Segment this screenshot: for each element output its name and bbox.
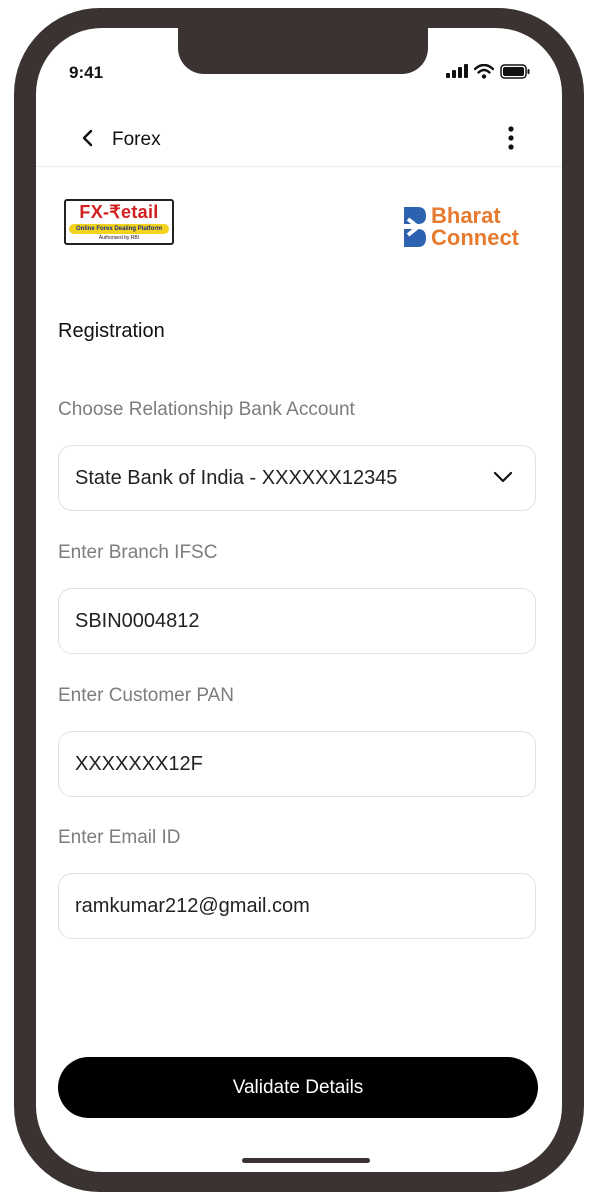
- app-header: Forex: [36, 110, 562, 167]
- email-label: Enter Email ID: [58, 827, 181, 848]
- status-icons: [446, 61, 530, 81]
- device-frame: 9:41 Forex FX-₹etail Online Forex Dealin…: [14, 8, 584, 1192]
- bharat-connect-mark-icon: [404, 207, 426, 247]
- fx-retail-logo: FX-₹etail Online Forex Dealing Platform …: [64, 199, 174, 245]
- bank-account-select[interactable]: State Bank of India - XXXXXX12345: [58, 445, 536, 511]
- app-screen: 9:41 Forex FX-₹etail Online Forex Dealin…: [36, 28, 562, 1172]
- home-indicator: [242, 1158, 370, 1163]
- bank-account-label: Choose Relationship Bank Account: [58, 399, 355, 420]
- pan-value: XXXXXXX12F: [75, 753, 203, 775]
- ifsc-value: SBIN0004812: [75, 610, 200, 632]
- bank-account-value: State Bank of India - XXXXXX12345: [75, 467, 398, 489]
- pan-input[interactable]: XXXXXXX12F: [58, 731, 536, 797]
- bharat-connect-logo: Bharat Connect: [404, 205, 529, 251]
- email-input[interactable]: ramkumar212@gmail.com: [58, 873, 536, 939]
- battery-icon: [500, 63, 530, 79]
- fx-retail-logo-title: FX-₹etail: [79, 202, 159, 222]
- pan-label: Enter Customer PAN: [58, 685, 234, 706]
- ifsc-input[interactable]: SBIN0004812: [58, 588, 536, 654]
- ifsc-label: Enter Branch IFSC: [58, 542, 218, 563]
- signal-icon: [446, 64, 468, 78]
- form-title: Registration: [58, 320, 165, 342]
- fx-retail-logo-tagline: Online Forex Dealing Platform: [69, 224, 169, 234]
- wifi-icon: [474, 63, 494, 79]
- more-vertical-icon[interactable]: [504, 124, 518, 152]
- fx-retail-logo-authorized: Authorised by RBI: [98, 235, 140, 241]
- chevron-down-icon: [493, 471, 513, 483]
- email-value: ramkumar212@gmail.com: [75, 895, 310, 917]
- bharat-connect-logo-line2: Connect: [431, 225, 519, 250]
- status-time: 9:41: [69, 63, 104, 82]
- device-notch: [178, 28, 428, 74]
- validate-details-button[interactable]: Validate Details: [58, 1057, 538, 1118]
- bharat-connect-logo-line1: Bharat: [431, 203, 501, 228]
- chevron-left-icon[interactable]: [78, 128, 98, 148]
- page-title: Forex: [112, 129, 161, 150]
